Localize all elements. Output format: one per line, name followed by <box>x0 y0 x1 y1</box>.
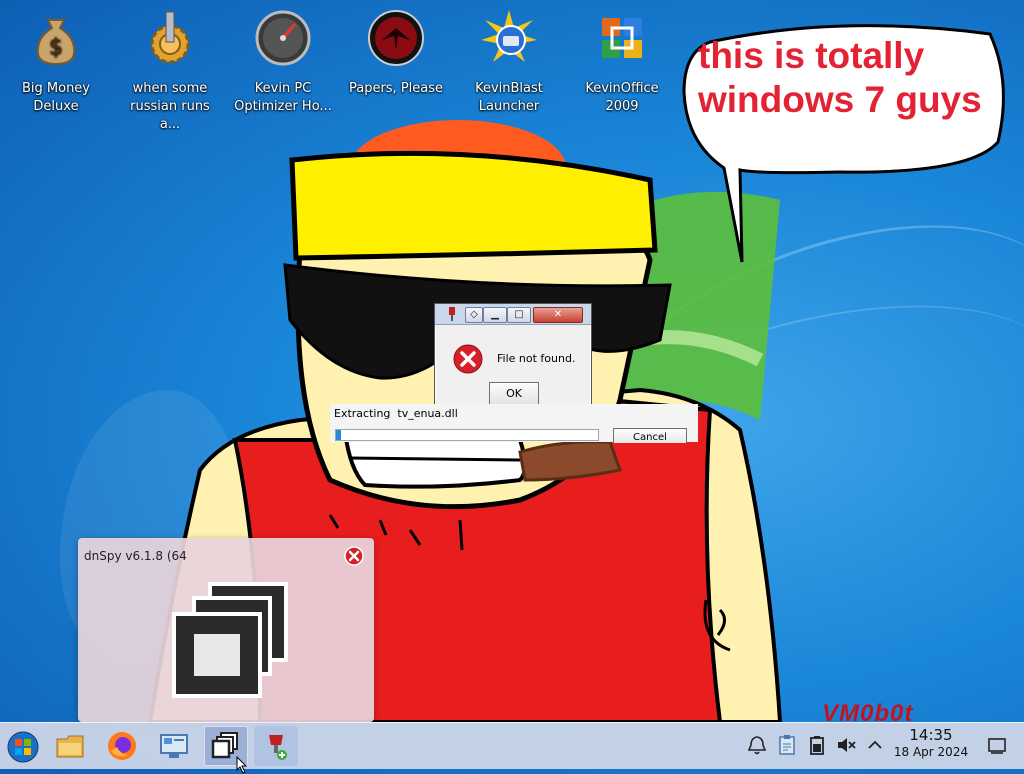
task-preview-popup[interactable]: dnSpy v6.1.8 (64 <box>78 538 374 722</box>
error-icon <box>453 344 483 374</box>
task-preview-title: dnSpy v6.1.8 (64 <box>84 549 187 563</box>
desktop-icon-label: Deluxe <box>33 99 79 114</box>
speech-bubble-line: this is totally <box>698 35 925 76</box>
desktop-icon-label: 2009 <box>605 99 639 114</box>
office-logo-icon <box>602 18 642 58</box>
close-icon[interactable] <box>344 546 364 566</box>
tool-window-icon[interactable]: ◇ <box>465 307 483 323</box>
installer-icon <box>269 735 287 760</box>
battery-icon[interactable] <box>806 734 828 756</box>
clock-date: 18 Apr 2024 <box>893 745 969 759</box>
firefox-icon <box>108 732 136 760</box>
desktop-icon-big-money-deluxe[interactable]: $ Big Money Deluxe <box>6 10 106 116</box>
extract-progress-fill <box>336 430 342 440</box>
mouse-cursor <box>236 756 248 774</box>
desktop-icon-papers-please[interactable]: Papers, Please <box>346 10 446 98</box>
extract-progress-bar <box>335 429 599 441</box>
svg-text:$: $ <box>49 35 63 60</box>
money-bag-icon: $ <box>36 19 76 66</box>
taskbar-control-panel[interactable] <box>152 726 196 766</box>
gear-icon <box>150 11 190 64</box>
cancel-button[interactable]: Cancel <box>613 428 687 443</box>
desktop-icon-kevinoffice-2009[interactable]: KevinOffice 2009 <box>572 10 672 116</box>
chevron-up-icon[interactable] <box>864 734 886 756</box>
notifications-bell-icon[interactable] <box>746 734 768 756</box>
desktop-icon-kevinblast-launcher[interactable]: KevinBlast Launcher <box>459 10 559 116</box>
desktop-icon-label: Optimizer Ho... <box>234 99 332 114</box>
error-dialog-titlebar[interactable]: ◇ ▁ □ ✕ <box>435 304 591 325</box>
speedometer-icon <box>255 10 311 66</box>
app-icon <box>449 307 455 321</box>
sun-launcher-icon <box>481 10 537 62</box>
extract-dialog: Extracting tv_enua.dll Cancel <box>330 404 698 443</box>
desktop-icon-label: Kevin PC <box>254 81 312 96</box>
control-panel-icon <box>160 734 188 758</box>
start-button[interactable] <box>0 726 44 766</box>
desktop-icon-label: KevinBlast <box>475 81 543 96</box>
taskbar-file-explorer[interactable] <box>48 726 92 766</box>
speech-bubble-line: windows 7 guys <box>698 79 982 120</box>
desktop-icon-label: Launcher <box>478 99 540 114</box>
window-stack-icon <box>172 582 288 698</box>
taskbar-firefox[interactable] <box>100 726 144 766</box>
speech-bubble-text: this is totally windows 7 guys <box>698 34 998 122</box>
desktop-icon-russian-runs[interactable]: when some russian runs a... <box>120 10 220 134</box>
taskbar-installer[interactable] <box>254 726 298 766</box>
error-message: File not found. <box>497 352 576 365</box>
file-explorer-icon <box>56 735 84 758</box>
clipboard-icon[interactable] <box>776 734 798 756</box>
volume-muted-icon[interactable] <box>835 734 857 756</box>
taskbar <box>0 722 1024 769</box>
desktop-icon-label: KevinOffice <box>585 81 659 96</box>
ok-button[interactable]: OK <box>489 382 539 406</box>
system-clock[interactable]: 14:35 18 Apr 2024 <box>888 727 974 760</box>
desktop-icon-label: russian runs a... <box>130 99 210 132</box>
desktop-icon-label: Big Money <box>21 81 90 96</box>
start-orb-icon <box>7 731 39 763</box>
papers-please-icon <box>368 10 424 66</box>
maximize-button[interactable]: □ <box>507 307 531 323</box>
error-dialog: ◇ ▁ □ ✕ File not found. OK <box>434 303 592 409</box>
show-desktop-icon[interactable] <box>986 734 1008 756</box>
close-button[interactable]: ✕ <box>533 307 583 323</box>
desktop-icon-label: when some <box>132 81 208 96</box>
clock-time: 14:35 <box>909 726 953 744</box>
extract-status-label: Extracting tv_enua.dll <box>334 407 458 420</box>
desktop-icon-kevin-pc-optimizer[interactable]: Kevin PC Optimizer Ho... <box>233 10 333 116</box>
desktop-icon-label: Papers, Please <box>348 81 444 96</box>
minimize-button[interactable]: ▁ <box>483 307 507 323</box>
